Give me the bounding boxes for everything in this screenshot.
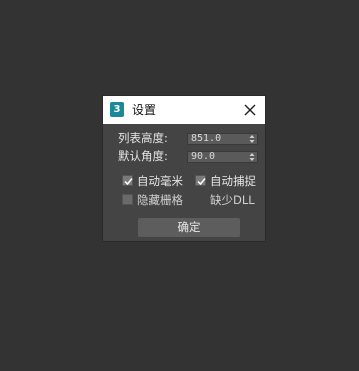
desktop-background: 3 设置 列表高度: 851.0 默认角度: 90.0 自动毫米 自动捕捉 隐藏… [0, 0, 359, 371]
spinner-arrows-icon[interactable] [249, 134, 255, 144]
auto-snap-checkbox[interactable]: 自动捕捉 [195, 174, 263, 188]
dialog-content: 列表高度: 851.0 默认角度: 90.0 自动毫米 自动捕捉 隐藏栅格 缺少… [103, 124, 265, 241]
dialog-title: 设置 [132, 103, 157, 117]
auto-snap-label: 自动捕捉 [210, 174, 256, 188]
missing-dll-checkbox[interactable]: 缺少DLL [195, 193, 263, 207]
list-height-spinner[interactable]: 851.0 [187, 133, 258, 145]
spinner-arrows-icon[interactable] [249, 152, 255, 162]
missing-dll-label: 缺少DLL [210, 193, 255, 207]
list-height-value[interactable]: 851.0 [191, 133, 221, 145]
default-angle-label: 默认角度: [118, 149, 168, 163]
checkbox-checked-icon[interactable] [195, 175, 206, 186]
auto-mm-label: 自动毫米 [137, 174, 183, 188]
app-3d-icon: 3 [110, 102, 124, 117]
default-angle-spinner[interactable]: 90.0 [187, 151, 258, 163]
dialog-titlebar[interactable]: 3 设置 [103, 96, 265, 124]
close-icon [244, 104, 256, 116]
checkbox-unchecked-icon[interactable] [122, 194, 133, 205]
hide-grid-label: 隐藏栅格 [137, 193, 183, 207]
close-button[interactable] [241, 101, 259, 119]
list-height-label: 列表高度: [118, 131, 168, 145]
auto-mm-checkbox[interactable]: 自动毫米 [122, 174, 192, 188]
default-angle-value[interactable]: 90.0 [191, 151, 215, 163]
ok-button[interactable]: 确定 [138, 218, 240, 237]
checkbox-checked-icon[interactable] [122, 175, 133, 186]
settings-dialog: 3 设置 列表高度: 851.0 默认角度: 90.0 自动毫米 自动捕捉 隐藏… [103, 96, 265, 241]
hide-grid-checkbox[interactable]: 隐藏栅格 [122, 193, 192, 207]
